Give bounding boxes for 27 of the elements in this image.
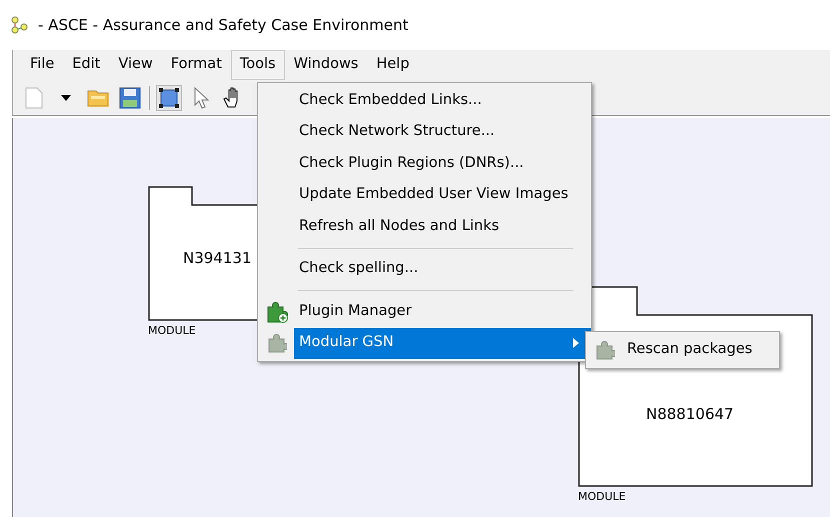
menu-item[interactable]: Plugin Manager xyxy=(294,296,591,328)
menu-item[interactable]: Edit xyxy=(63,50,110,80)
menu-item[interactable]: Update Embedded User View Images xyxy=(294,180,591,211)
pointer-icon[interactable] xyxy=(193,86,209,108)
menu-item[interactable]: Refresh all Nodes and Links xyxy=(294,211,591,242)
window-title: - ASCE - Assurance and Safety Case Environment xyxy=(38,14,408,36)
node-type-label: MODULE xyxy=(148,323,196,339)
node-type-label: MODULE xyxy=(578,489,626,505)
node-label: N88810647 xyxy=(646,404,734,425)
node-label: N394131 xyxy=(183,248,252,269)
menu-item[interactable]: Rescan packages xyxy=(622,334,777,366)
submenu-arrow-icon xyxy=(573,338,579,348)
menu-item[interactable]: Help xyxy=(367,50,418,80)
menu-item[interactable]: Check Network Structure... xyxy=(294,116,591,148)
app-logo-icon xyxy=(10,15,30,35)
menu-item[interactable]: Check spelling... xyxy=(294,254,591,285)
puzzle-icon xyxy=(595,340,615,360)
menu-item[interactable]: Check Plugin Regions (DNRs)... xyxy=(294,148,591,180)
menu-item[interactable]: Format xyxy=(162,50,231,80)
puzzle-plus-icon xyxy=(266,300,288,323)
menu-item[interactable]: Tools xyxy=(230,50,285,80)
menu-item[interactable]: Modular GSN xyxy=(294,328,591,359)
caret-icon[interactable] xyxy=(61,94,71,100)
menu-item[interactable]: File xyxy=(21,50,64,80)
menu-item[interactable]: Windows xyxy=(284,50,368,80)
puzzle-icon xyxy=(267,333,287,354)
menu-item[interactable]: View xyxy=(109,50,162,80)
